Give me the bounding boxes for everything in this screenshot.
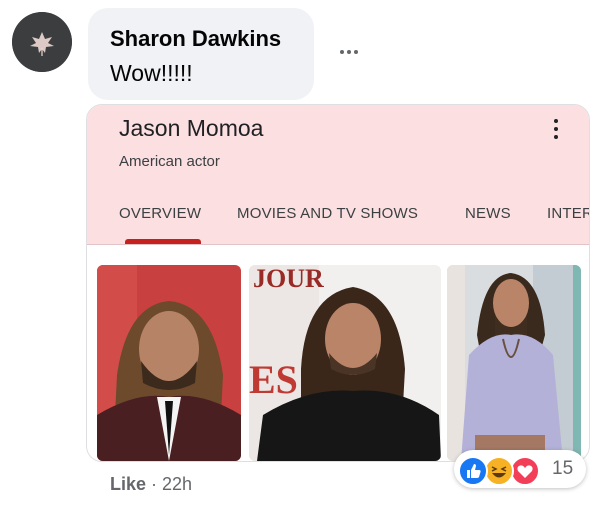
more-horizontal-icon[interactable] bbox=[336, 42, 362, 60]
meta-separator: · bbox=[146, 474, 163, 494]
divider bbox=[87, 244, 589, 245]
reactions-summary[interactable]: 15 bbox=[454, 450, 586, 488]
comment-meta: Like · 22h bbox=[110, 474, 192, 495]
tab-movies-and-tv-shows[interactable]: MOVIES AND TV SHOWS bbox=[237, 205, 418, 222]
actor-photo-3[interactable] bbox=[447, 265, 581, 461]
card-subtitle: American actor bbox=[119, 153, 220, 170]
tab-inter[interactable]: INTER bbox=[547, 205, 589, 222]
like-link[interactable]: Like bbox=[110, 474, 146, 494]
comment-author[interactable]: Sharon Dawkins bbox=[110, 26, 281, 52]
love-icon bbox=[510, 456, 540, 486]
tab-overview[interactable]: OVERVIEW bbox=[119, 205, 201, 222]
like-icon bbox=[458, 456, 488, 486]
avatar[interactable] bbox=[12, 12, 72, 72]
tab-news[interactable]: NEWS bbox=[465, 205, 511, 222]
actor-photo-1[interactable] bbox=[97, 265, 241, 461]
shared-image-card[interactable]: Jason Momoa American actor OVERVIEW MOVI… bbox=[86, 104, 590, 462]
more-vertical-icon[interactable] bbox=[551, 115, 561, 143]
actor-photo-2[interactable]: JOUR ES bbox=[249, 265, 441, 461]
card-title: Jason Momoa bbox=[119, 115, 264, 141]
svg-text:ES: ES bbox=[249, 357, 298, 402]
svg-text:JOUR: JOUR bbox=[253, 265, 324, 293]
haha-icon bbox=[484, 456, 514, 486]
leaf-logo-icon bbox=[12, 12, 72, 72]
reaction-count: 15 bbox=[552, 458, 574, 479]
comment-text: Wow!!!!! bbox=[110, 60, 193, 86]
comment-time[interactable]: 22h bbox=[162, 474, 192, 494]
